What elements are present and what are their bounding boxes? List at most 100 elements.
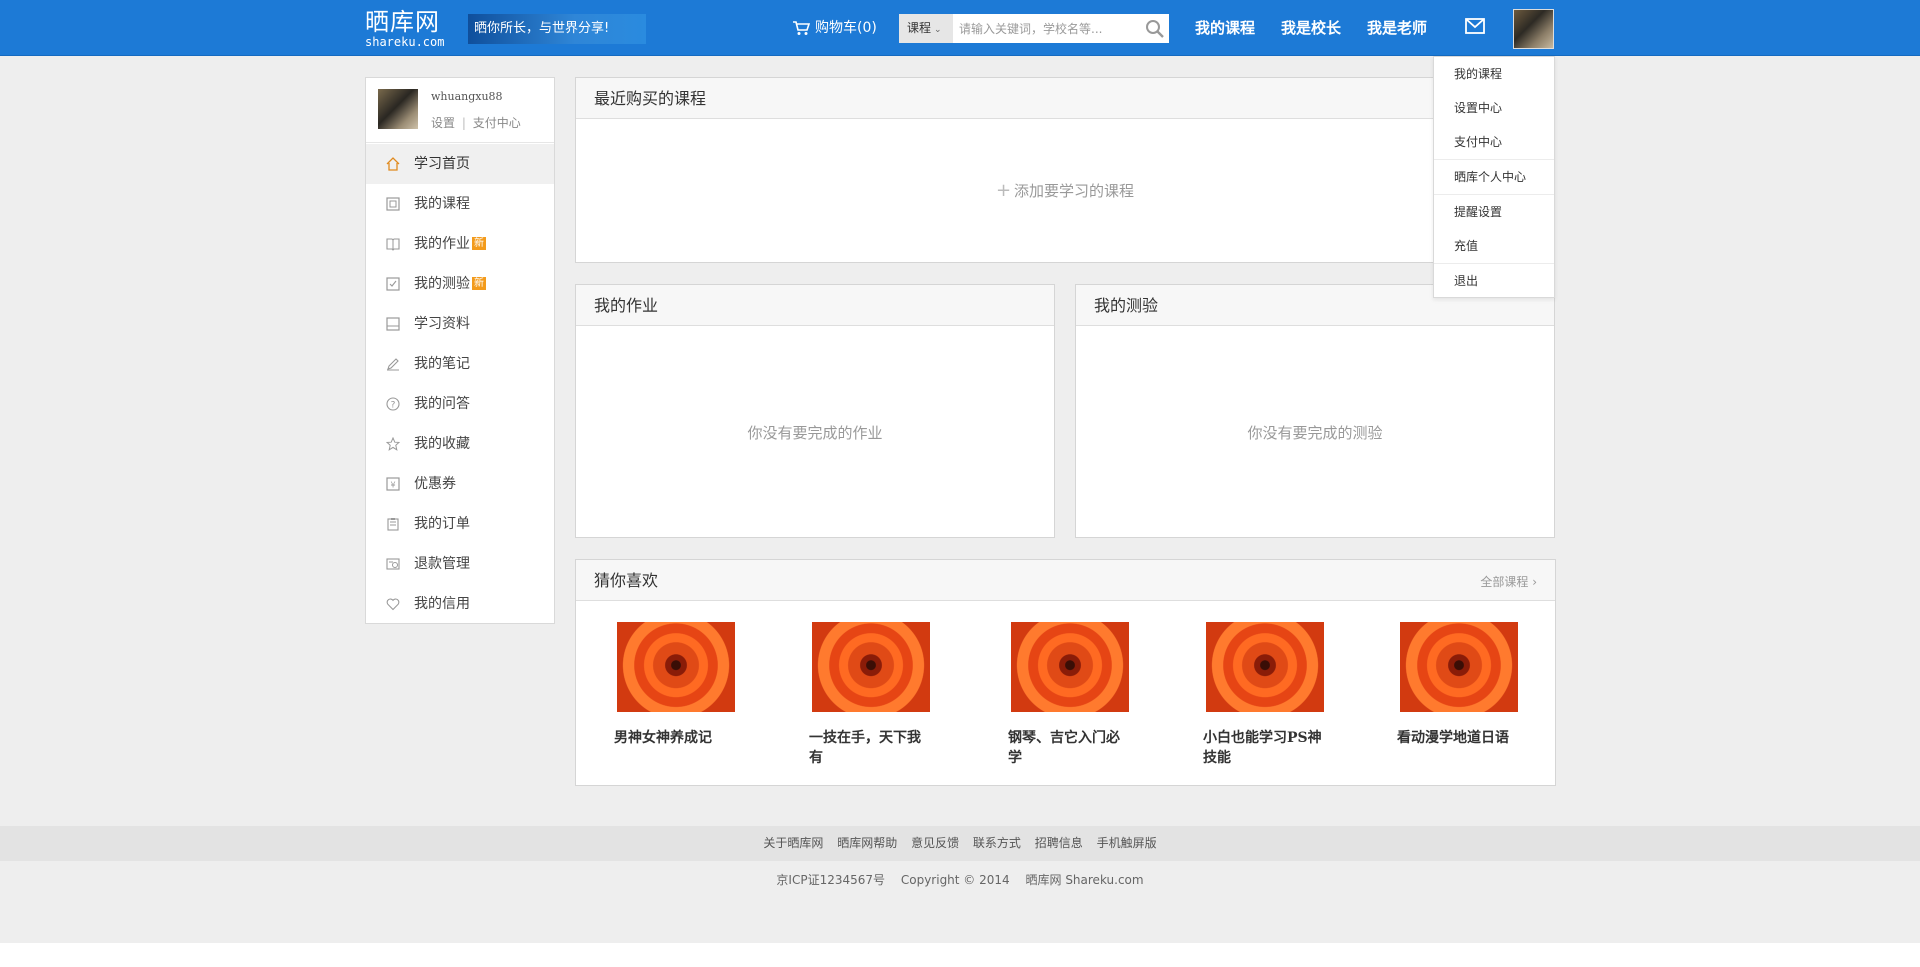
- recent-courses-panel: 最近购买的课程 + 添加要学习的课程: [575, 77, 1555, 263]
- chevron-right-icon: ›: [1532, 575, 1537, 589]
- dropdown-settings[interactable]: 设置中心: [1454, 98, 1502, 118]
- svg-text:?: ?: [391, 401, 396, 411]
- order-icon: [387, 518, 399, 531]
- dropdown-payment[interactable]: 支付中心: [1454, 132, 1502, 152]
- sidebar-item-label: 我的笔记: [414, 356, 470, 372]
- sidebar-item-label: 我的测验新: [414, 276, 486, 292]
- sidebar-item-study-home[interactable]: 学习首页: [366, 144, 554, 184]
- sidebar: whuangxu88 设置 | 支付中心 学习首页 我的课程 我的作业新 我的测…: [365, 77, 555, 624]
- svg-text:¥: ¥: [390, 481, 395, 490]
- sidebar-item-label: 我的信用: [414, 596, 470, 612]
- course-icon: [386, 197, 400, 211]
- sidebar-item-my-quiz[interactable]: 我的测验新: [366, 264, 554, 304]
- panel-title: 我的测验: [1094, 296, 1159, 315]
- recommendations-panel: 猜你喜欢 全部课程 › 男神女神养成记 一技在手，天下我有 钢琴、吉它入门必学 …: [575, 559, 1556, 786]
- search-category-label: 课程: [907, 21, 932, 35]
- star-icon: [386, 437, 400, 451]
- sidebar-item-label: 优惠券: [414, 476, 456, 492]
- dropdown-personal-center[interactable]: 晒库个人中心: [1454, 167, 1526, 187]
- sidebar-item-my-courses[interactable]: 我的课程: [366, 184, 554, 224]
- profile-card: whuangxu88 设置 | 支付中心: [366, 78, 554, 143]
- cart-icon: [793, 20, 810, 35]
- sidebar-item-qa[interactable]: ? 我的问答: [366, 384, 554, 424]
- sidebar-item-label: 我的课程: [414, 196, 470, 212]
- dropdown-recharge[interactable]: 充值: [1454, 236, 1478, 256]
- search-box: 课程 ⌄: [899, 14, 1169, 43]
- page-bottom: [0, 943, 1920, 967]
- footer-links: 关于晒库网 晒库网帮助 意见反馈 联系方式 招聘信息 手机触屏版: [0, 826, 1920, 861]
- dropdown-reminder-settings[interactable]: 提醒设置: [1454, 202, 1502, 222]
- dropdown-divider: [1434, 263, 1554, 264]
- nav-my-courses[interactable]: 我的课程: [1195, 17, 1255, 39]
- dropdown-my-courses[interactable]: 我的课程: [1454, 64, 1502, 84]
- dropdown-divider: [1434, 194, 1554, 195]
- nav-i-am-principal[interactable]: 我是校长: [1281, 17, 1341, 39]
- course-thumbnail[interactable]: [1011, 622, 1129, 712]
- footer-link-help[interactable]: 晒库网帮助: [837, 836, 897, 850]
- course-title[interactable]: 男神女神养成记: [614, 728, 744, 748]
- add-course-label: 添加要学习的课程: [1014, 182, 1135, 200]
- refund-icon: [386, 558, 400, 570]
- course-title[interactable]: 看动漫学地道日语: [1397, 728, 1527, 748]
- sidebar-item-label: 我的作业新: [414, 236, 486, 252]
- course-thumbnail[interactable]: [1206, 622, 1324, 712]
- chevron-down-icon: ⌄: [934, 25, 942, 35]
- course-thumbnail[interactable]: [617, 622, 735, 712]
- sidebar-item-coupons[interactable]: ¥ 优惠券: [366, 464, 554, 504]
- course-title[interactable]: 钢琴、吉它入门必学: [1008, 728, 1133, 768]
- add-course-button[interactable]: + 添加要学习的课程: [576, 180, 1554, 201]
- footer-link-contact[interactable]: 联系方式: [973, 836, 1021, 850]
- sidebar-item-refunds[interactable]: 退款管理: [366, 544, 554, 584]
- icp-number: 京ICP证1234567号: [776, 873, 886, 887]
- footer-link-about[interactable]: 关于晒库网: [763, 836, 823, 850]
- sidebar-item-notes[interactable]: 我的笔记: [366, 344, 554, 384]
- logo-slogan: 晒你所长，与世界分享!: [468, 14, 646, 44]
- course-thumbnail[interactable]: [812, 622, 930, 712]
- search-category-select[interactable]: 课程 ⌄: [899, 14, 953, 43]
- site-logo[interactable]: 晒库网 shareku.com 晒你所长，与世界分享!: [365, 9, 647, 49]
- sidebar-item-label: 学习首页: [414, 156, 470, 172]
- course-title[interactable]: 一技在手，天下我有: [809, 728, 934, 768]
- mail-icon[interactable]: [1465, 18, 1485, 34]
- user-avatar[interactable]: [1513, 9, 1554, 49]
- cart-link[interactable]: 购物车(0): [793, 18, 877, 38]
- avatar[interactable]: [378, 89, 418, 129]
- quiz-empty-message: 你没有要完成的测验: [1247, 424, 1383, 442]
- dropdown-logout[interactable]: 退出: [1454, 271, 1478, 291]
- course-title[interactable]: 小白也能学习PS神技能: [1203, 728, 1328, 768]
- footer-link-mobile[interactable]: 手机触屏版: [1097, 836, 1157, 850]
- materials-icon: [386, 317, 400, 331]
- panel-header: 我的作业: [576, 285, 1054, 326]
- sidebar-item-orders[interactable]: 我的订单: [366, 504, 554, 544]
- profile-links: 设置 | 支付中心: [431, 114, 521, 131]
- footer-link-feedback[interactable]: 意见反馈: [911, 836, 959, 850]
- homework-empty-message: 你没有要完成的作业: [747, 424, 883, 442]
- footer-link-jobs[interactable]: 招聘信息: [1035, 836, 1083, 850]
- panel-header: 最近购买的课程: [576, 78, 1554, 119]
- new-badge: 新: [472, 237, 486, 250]
- search-icon[interactable]: [1145, 19, 1165, 39]
- plus-icon: +: [995, 180, 1012, 201]
- panel-header: 猜你喜欢 全部课程 ›: [576, 560, 1555, 601]
- all-courses-link[interactable]: 全部课程 ›: [1480, 573, 1537, 590]
- sidebar-item-materials[interactable]: 学习资料: [366, 304, 554, 344]
- quiz-icon: [386, 277, 400, 291]
- sidebar-item-label: 学习资料: [414, 316, 470, 332]
- search-input[interactable]: [959, 14, 1139, 43]
- sidebar-item-favorites[interactable]: 我的收藏: [366, 424, 554, 464]
- coupon-icon: ¥: [386, 477, 400, 491]
- username: whuangxu88: [431, 90, 503, 103]
- settings-link[interactable]: 设置: [431, 116, 455, 130]
- sidebar-item-my-homework[interactable]: 我的作业新: [366, 224, 554, 264]
- top-navbar: 晒库网 shareku.com 晒你所长，与世界分享! 购物车(0) 课程⌄ 我…: [0, 0, 1920, 56]
- panel-title: 我的作业: [594, 296, 659, 315]
- cart-label: 购物车(0): [815, 20, 877, 36]
- sidebar-item-credit[interactable]: 我的信用: [366, 584, 554, 624]
- pay-center-link[interactable]: 支付中心: [473, 116, 521, 130]
- course-thumbnail[interactable]: [1400, 622, 1518, 712]
- footer-copyright: 京ICP证1234567号 Copyright © 2014 晒库网 Share…: [0, 861, 1920, 943]
- nav-i-am-teacher[interactable]: 我是老师: [1367, 17, 1427, 39]
- sidebar-item-label: 我的收藏: [414, 436, 470, 452]
- dropdown-divider: [1434, 159, 1554, 160]
- pen-icon: [387, 358, 399, 371]
